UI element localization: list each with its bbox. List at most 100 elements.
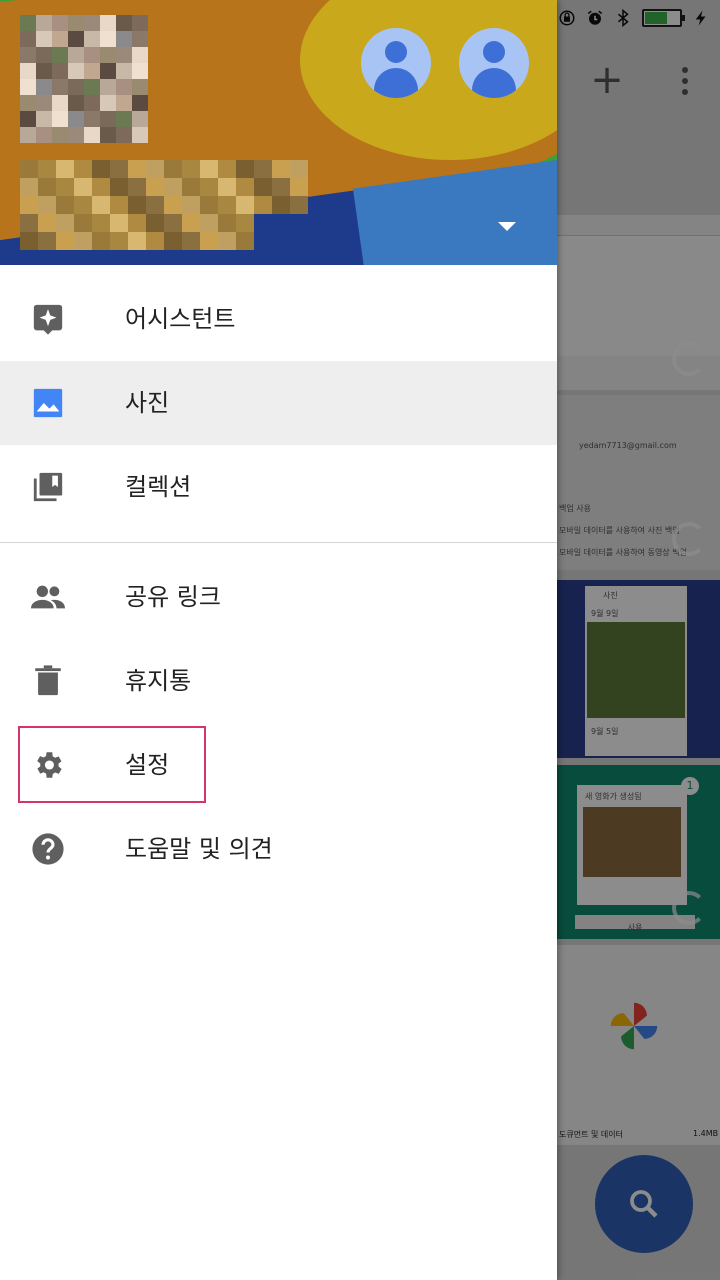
- menu-item-assistant[interactable]: 어시스턴트: [0, 277, 557, 361]
- pixel-block: [20, 47, 36, 63]
- pixel-block: [110, 196, 128, 214]
- pixel-block: [52, 79, 68, 95]
- pixel-block: [254, 160, 272, 178]
- pixel-block: [20, 15, 36, 31]
- menu-item-help[interactable]: 도움말 및 의견: [0, 807, 557, 891]
- pixel-block: [164, 160, 182, 178]
- account-avatar-icon[interactable]: [361, 28, 431, 98]
- pixel-block: [84, 111, 100, 127]
- pixel-block: [36, 31, 52, 47]
- pixel-block: [20, 63, 36, 79]
- pixel-block: [74, 178, 92, 196]
- pixel-block: [92, 196, 110, 214]
- pixel-block: [52, 111, 68, 127]
- menu-item-label: 도움말 및 의견: [125, 835, 273, 863]
- pixel-block: [20, 214, 38, 232]
- menu-item-label: 공유 링크: [125, 583, 221, 611]
- pixel-block: [200, 178, 218, 196]
- pixel-block: [68, 31, 84, 47]
- pixel-block: [182, 160, 200, 178]
- pixel-block: [132, 15, 148, 31]
- navigation-drawer: 어시스턴트 사진 컬렉션 공유 링크 휴지통 설정 도움말 및 의견: [0, 0, 557, 1280]
- pixel-block: [52, 95, 68, 111]
- pixel-block: [128, 178, 146, 196]
- pixel-block: [272, 160, 290, 178]
- pixel-block: [164, 232, 182, 250]
- pixel-block: [132, 95, 148, 111]
- arrow-drop-down-icon[interactable]: [498, 222, 516, 231]
- pixel-block: [68, 47, 84, 63]
- menu-item-collections[interactable]: 컬렉션: [0, 445, 557, 529]
- pixel-block: [236, 196, 254, 214]
- pixel-block: [100, 15, 116, 31]
- pixel-block: [116, 63, 132, 79]
- pixel-block: [84, 79, 100, 95]
- pixel-block: [68, 63, 84, 79]
- pixel-block: [92, 232, 110, 250]
- pixel-block: [52, 31, 68, 47]
- pixel-block: [272, 196, 290, 214]
- pixel-block: [100, 63, 116, 79]
- menu-divider: [0, 542, 557, 543]
- pixel-block: [20, 111, 36, 127]
- pixel-block: [38, 232, 56, 250]
- pixel-block: [236, 232, 254, 250]
- pixel-block: [128, 160, 146, 178]
- pixel-block: [132, 63, 148, 79]
- pixel-block: [52, 127, 68, 143]
- pixel-block: [36, 111, 52, 127]
- pixel-block: [68, 79, 84, 95]
- pixel-block: [132, 47, 148, 63]
- menu-item-label: 컬렉션: [125, 473, 192, 501]
- pixel-block: [128, 196, 146, 214]
- pixel-block: [132, 31, 148, 47]
- pixel-block: [68, 127, 84, 143]
- photo-icon: [33, 388, 63, 418]
- pixel-block: [236, 160, 254, 178]
- menu-item-shared-links[interactable]: 공유 링크: [0, 555, 557, 639]
- pixel-block: [92, 178, 110, 196]
- pixel-block: [84, 47, 100, 63]
- pixel-block: [290, 196, 308, 214]
- pixelated-account-name: [20, 160, 310, 265]
- pixel-block: [20, 160, 38, 178]
- pixel-block: [218, 196, 236, 214]
- pixel-block: [272, 178, 290, 196]
- pixel-block: [52, 63, 68, 79]
- menu-item-trash[interactable]: 휴지통: [0, 639, 557, 723]
- pixel-block: [84, 127, 100, 143]
- pixel-block: [290, 178, 308, 196]
- menu-item-label: 어시스턴트: [125, 305, 236, 333]
- pixel-block: [74, 214, 92, 232]
- pixel-block: [56, 178, 74, 196]
- pixel-block: [236, 214, 254, 232]
- pixel-block: [100, 79, 116, 95]
- pixel-block: [56, 232, 74, 250]
- pixel-block: [218, 160, 236, 178]
- pixel-block: [52, 15, 68, 31]
- pixel-block: [218, 178, 236, 196]
- menu-item-photos[interactable]: 사진: [0, 361, 557, 445]
- pixel-block: [74, 196, 92, 214]
- collections-icon: [33, 472, 63, 502]
- pixel-block: [36, 127, 52, 143]
- pixel-block: [92, 160, 110, 178]
- pixel-block: [20, 232, 38, 250]
- pixel-block: [164, 178, 182, 196]
- pixel-block: [56, 214, 74, 232]
- pixel-block: [110, 232, 128, 250]
- pixel-block: [128, 214, 146, 232]
- pixel-block: [68, 95, 84, 111]
- pixel-block: [36, 47, 52, 63]
- pixel-block: [84, 63, 100, 79]
- assistant-icon: [33, 304, 63, 335]
- pixel-block: [200, 214, 218, 232]
- pixel-block: [38, 214, 56, 232]
- pixel-block: [100, 47, 116, 63]
- account-avatar-icon[interactable]: [459, 28, 529, 98]
- pixel-block: [236, 178, 254, 196]
- pixel-block: [182, 178, 200, 196]
- pixel-block: [146, 196, 164, 214]
- help-icon: [32, 833, 64, 865]
- pixel-block: [254, 178, 272, 196]
